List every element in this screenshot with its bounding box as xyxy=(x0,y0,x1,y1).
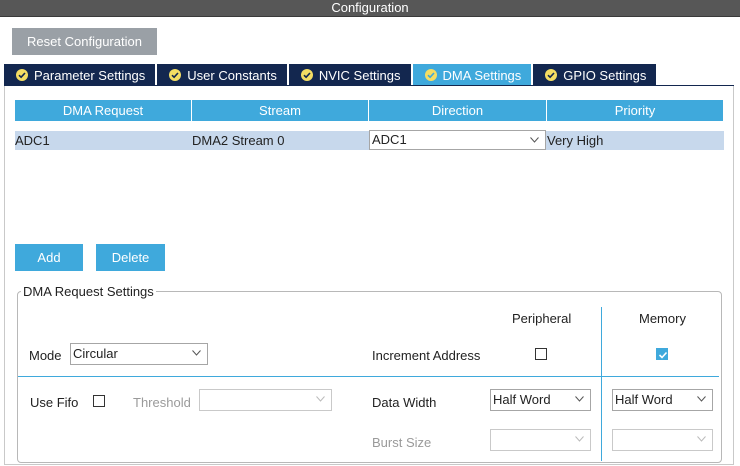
chevron-down-icon xyxy=(316,396,325,402)
window-title-bar: Configuration xyxy=(0,0,740,17)
chevron-down-icon xyxy=(192,350,201,356)
check-circle-icon xyxy=(424,69,437,81)
check-circle-icon xyxy=(16,69,28,81)
mode-label: Mode xyxy=(29,348,62,363)
memory-header: Memory xyxy=(639,311,686,326)
peripheral-increment-checkbox[interactable] xyxy=(535,348,547,360)
memory-data-width-value: Half Word xyxy=(615,392,673,407)
tab-label: GPIO Settings xyxy=(563,67,647,83)
chevron-down-icon xyxy=(575,396,584,402)
chevron-down-icon xyxy=(530,137,539,143)
add-button[interactable]: Add xyxy=(15,244,83,271)
tab-label: NVIC Settings xyxy=(318,67,401,83)
mode-select[interactable]: Circular xyxy=(70,343,208,365)
peripheral-data-width-select[interactable]: Half Word xyxy=(490,389,591,411)
column-divider xyxy=(601,307,602,461)
tab-dma-settings[interactable]: DMA Settings xyxy=(412,64,532,86)
cell-stream: DMA2 Stream 0 xyxy=(192,133,285,148)
tab-label: DMA Settings xyxy=(442,67,522,83)
threshold-select[interactable] xyxy=(199,389,332,411)
tab-user-constants[interactable]: User Constants xyxy=(157,64,287,86)
use-fifo-label: Use Fifo xyxy=(30,395,79,410)
check-circle-icon xyxy=(300,69,313,81)
peripheral-data-width-value: Half Word xyxy=(493,392,551,407)
mode-value: Circular xyxy=(73,346,118,361)
tab-label: Parameter Settings xyxy=(34,67,146,83)
row-divider xyxy=(18,376,719,377)
direction-select[interactable]: ADC1 xyxy=(369,130,546,150)
memory-data-width-select[interactable]: Half Word xyxy=(612,389,713,411)
cell-dma-request: ADC1 xyxy=(15,133,50,148)
peripheral-burst-select[interactable] xyxy=(490,429,591,451)
chevron-down-icon xyxy=(697,436,706,442)
column-header-direction[interactable]: Direction xyxy=(369,100,546,121)
column-header-stream[interactable]: Stream xyxy=(192,100,368,121)
tab-label: User Constants xyxy=(187,67,277,83)
checkmark-icon xyxy=(658,351,668,359)
column-header-dma-request[interactable]: DMA Request xyxy=(15,100,191,121)
memory-increment-checkbox[interactable] xyxy=(656,348,668,360)
group-legend: DMA Request Settings xyxy=(21,284,156,299)
window-title: Configuration xyxy=(331,0,409,15)
data-width-label: Data Width xyxy=(372,395,437,410)
threshold-label: Threshold xyxy=(133,395,191,410)
burst-size-label: Burst Size xyxy=(372,435,432,450)
chevron-down-icon xyxy=(575,436,584,442)
tab-parameter-settings[interactable]: Parameter Settings xyxy=(4,64,156,86)
direction-value: ADC1 xyxy=(372,132,407,147)
dma-table-header: DMA Request Stream Direction Priority xyxy=(15,100,724,121)
settings-tabs: Parameter Settings User Constants NVIC S… xyxy=(4,64,658,86)
tab-gpio-settings[interactable]: GPIO Settings xyxy=(533,64,657,86)
cell-priority: Very High xyxy=(547,133,604,148)
increment-address-label: Increment Address xyxy=(372,348,481,363)
chevron-down-icon xyxy=(697,396,706,402)
tab-nvic-settings[interactable]: NVIC Settings xyxy=(288,64,411,86)
peripheral-header: Peripheral xyxy=(512,311,572,326)
column-header-priority[interactable]: Priority xyxy=(547,100,723,121)
delete-button[interactable]: Delete xyxy=(96,244,165,271)
memory-burst-select[interactable] xyxy=(612,429,713,451)
reset-configuration-button[interactable]: Reset Configuration xyxy=(12,28,157,55)
use-fifo-checkbox[interactable] xyxy=(93,395,105,407)
check-circle-icon xyxy=(545,69,558,81)
check-circle-icon xyxy=(169,69,182,81)
